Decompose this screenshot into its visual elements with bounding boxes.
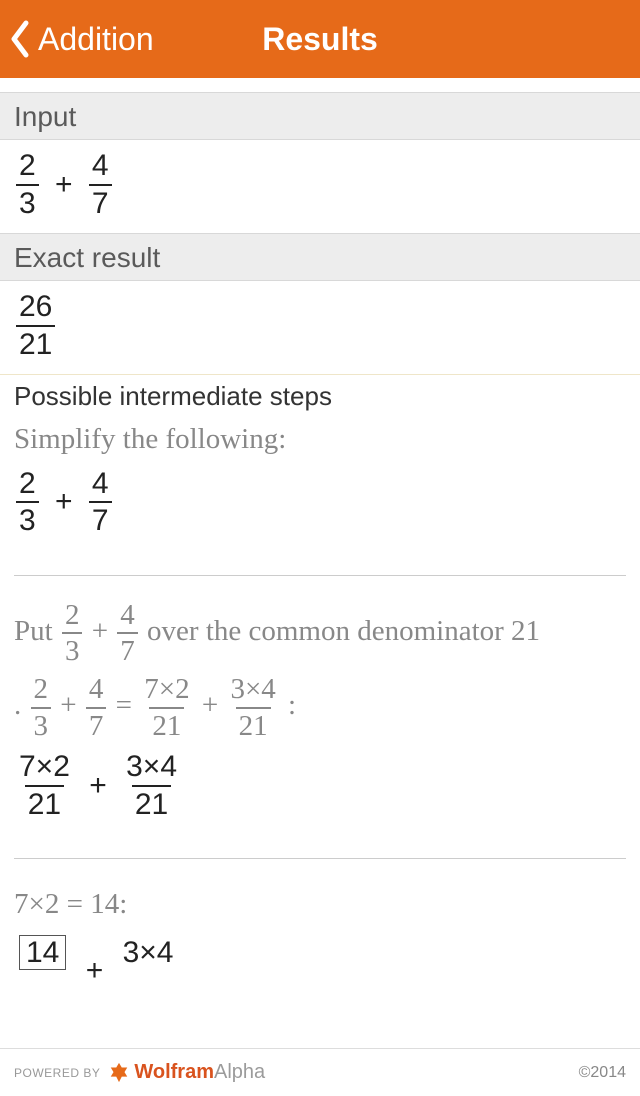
- step-text: Put 23 + 47 over the common denominator …: [14, 600, 626, 667]
- back-label: Addition: [38, 21, 154, 58]
- powered-by-label: POWERED BY: [14, 1066, 100, 1080]
- wolfram-icon: [108, 1062, 130, 1084]
- footer: POWERED BY WolframAlpha ©2014: [0, 1048, 640, 1096]
- nav-bar: Addition Results: [0, 0, 640, 78]
- wolfram-alpha-logo[interactable]: WolframAlpha: [108, 1061, 265, 1084]
- chevron-left-icon: [8, 19, 32, 59]
- step-text: 7×2 = 14:: [14, 883, 626, 927]
- step-separator: [14, 858, 626, 859]
- step-text: Simplify the following:: [14, 418, 626, 462]
- fraction: 26 21: [16, 291, 55, 360]
- step-result: 7×221 + 3×421: [14, 751, 626, 820]
- input-pod: 2 3 + 4 7: [0, 140, 640, 233]
- fraction: 2 3: [16, 150, 39, 219]
- exact-result-pod: 26 21: [0, 281, 640, 374]
- step-result: 14 21 + 3×4 21: [14, 935, 626, 1008]
- step-block: Put 23 + 47 over the common denominator …: [0, 596, 640, 845]
- step-separator: [14, 575, 626, 576]
- fraction: 4 7: [89, 150, 112, 219]
- step-text: . 23 + 47 = 7×221 + 3×421 :: [14, 674, 626, 741]
- content-scroll[interactable]: Input 2 3 + 4 7 Exact result 26 21 Possi…: [0, 78, 640, 1048]
- step-block: Simplify the following: 23 + 47: [0, 414, 640, 561]
- plus-operator: +: [49, 168, 79, 202]
- step-result: 23 + 47: [14, 468, 626, 537]
- section-header-input: Input: [0, 92, 640, 140]
- back-button[interactable]: Addition: [0, 0, 154, 78]
- section-header-steps: Possible intermediate steps: [0, 374, 640, 414]
- copyright: ©2014: [579, 1064, 626, 1082]
- section-header-exact: Exact result: [0, 233, 640, 281]
- boxed-result: 14: [19, 935, 66, 971]
- step-block: 7×2 = 14: 14 21 + 3×4 21: [0, 879, 640, 1032]
